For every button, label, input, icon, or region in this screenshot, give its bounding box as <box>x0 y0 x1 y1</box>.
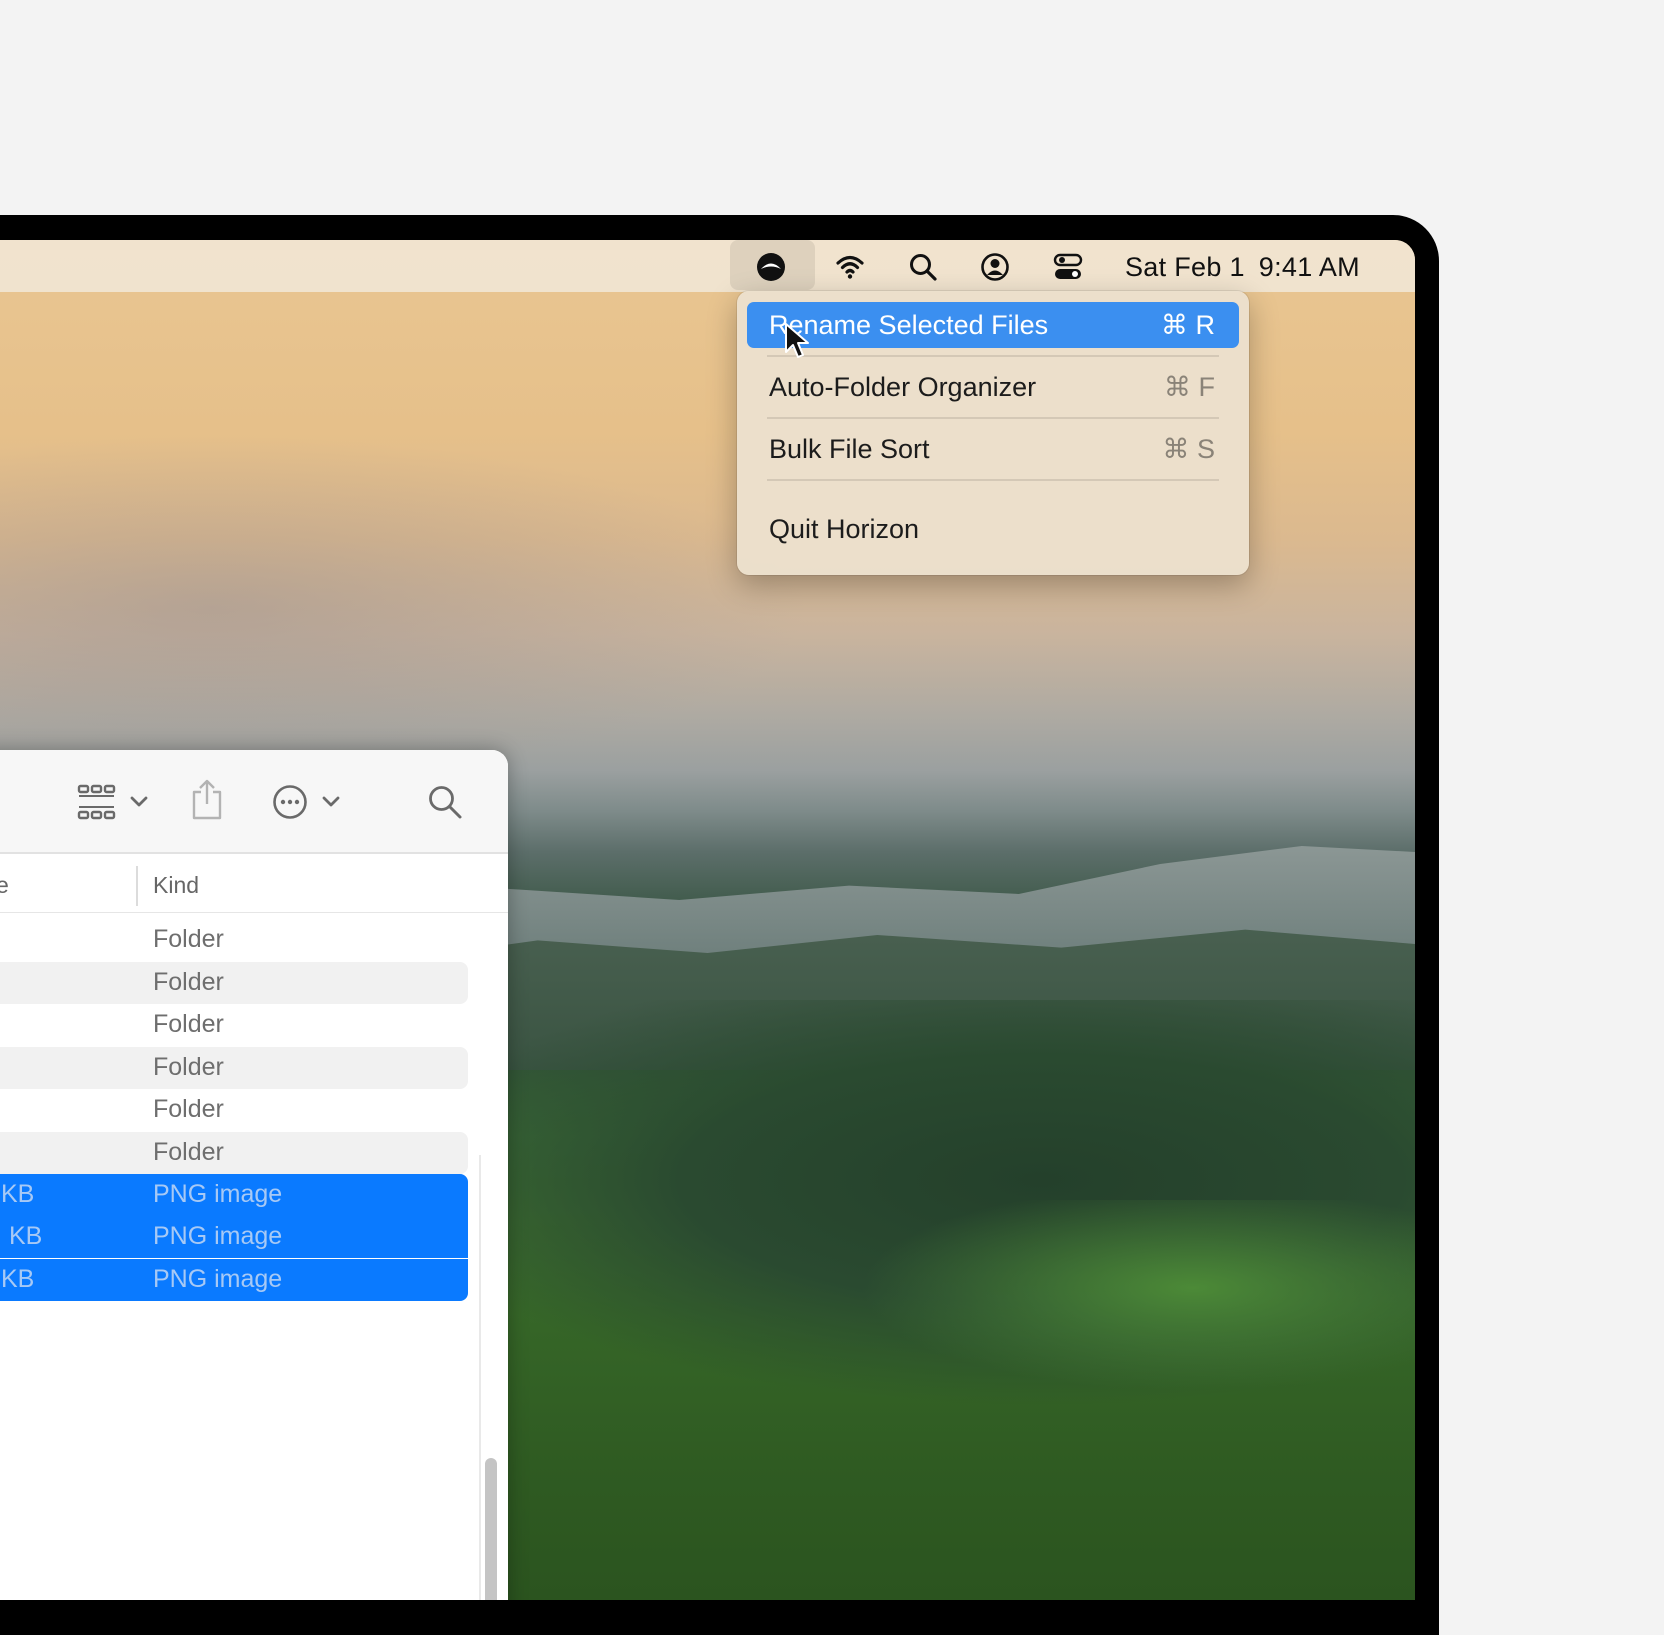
menu-item-label: Rename Selected Files <box>769 310 1049 340</box>
wifi-icon[interactable] <box>835 252 865 282</box>
finder-window: e Kind Folder Folder Folder Folder Folde… <box>0 750 508 1600</box>
share-icon[interactable] <box>190 778 224 820</box>
menu-separator <box>767 355 1219 357</box>
scrollbar-track[interactable] <box>479 1155 481 1600</box>
user-icon[interactable] <box>980 252 1010 282</box>
file-kind: PNG image <box>153 1265 283 1293</box>
column-size-header[interactable]: e <box>0 872 9 899</box>
menu-item-auto-folder-organizer[interactable]: Auto-Folder Organizer ⌘ F <box>747 364 1239 410</box>
menu-separator <box>767 417 1219 419</box>
menubar-time: 9:41 AM <box>1258 252 1360 282</box>
file-row-selected[interactable]: KB PNG image <box>0 1259 468 1301</box>
search-icon[interactable] <box>908 252 938 282</box>
menu-item-label: Auto-Folder Organizer <box>769 372 1037 402</box>
menubar-clock[interactable]: Sat Feb 1 9:41 AM <box>1125 252 1360 283</box>
wallpaper-meadow <box>860 1200 1415 1420</box>
menu-item-label: Bulk File Sort <box>769 434 930 464</box>
menu-bar: Sat Feb 1 9:41 AM <box>0 240 1415 292</box>
file-kind: PNG image <box>153 1222 283 1250</box>
file-kind: Folder <box>153 925 224 953</box>
file-size: KB <box>1 1265 35 1293</box>
menu-item-quit-horizon[interactable]: Quit Horizon <box>747 506 1239 552</box>
file-row[interactable]: Folder <box>0 1089 468 1131</box>
file-kind: PNG image <box>153 1180 283 1208</box>
file-row[interactable]: Folder <box>0 919 468 961</box>
menu-item-rename-selected-files[interactable]: Rename Selected Files ⌘ R <box>747 302 1239 348</box>
menu-item-shortcut: ⌘ R <box>1161 310 1215 340</box>
file-kind: Folder <box>153 1053 224 1081</box>
menu-item-shortcut: ⌘ S <box>1162 434 1215 464</box>
horizon-menubar-extra[interactable] <box>730 240 815 290</box>
finder-search-icon[interactable] <box>427 784 463 820</box>
menu-item-shortcut: ⌘ F <box>1164 372 1215 402</box>
finder-toolbar <box>0 750 508 854</box>
view-grid-icon[interactable] <box>77 782 117 822</box>
desktop-screen: Sat Feb 1 9:41 AM Rename Selected Files ⌘… <box>0 240 1415 1600</box>
file-size: KB <box>9 1222 43 1250</box>
control-center-icon[interactable] <box>1053 252 1083 282</box>
chevron-down-icon[interactable] <box>321 794 341 810</box>
column-divider[interactable] <box>136 866 138 906</box>
file-row-selected[interactable]: KB PNG image <box>0 1174 468 1216</box>
menubar-date: Sat Feb 1 <box>1125 252 1245 282</box>
file-kind: Folder <box>153 968 224 996</box>
file-size: KB <box>1 1180 35 1208</box>
file-row[interactable]: Folder <box>0 962 468 1004</box>
menu-item-bulk-file-sort[interactable]: Bulk File Sort ⌘ S <box>747 426 1239 472</box>
file-row[interactable]: Folder <box>0 1004 468 1046</box>
column-header: e Kind <box>0 854 508 913</box>
menu-item-label: Quit Horizon <box>769 514 920 544</box>
column-kind-header[interactable]: Kind <box>153 872 199 899</box>
scrollbar-thumb[interactable] <box>485 1458 497 1600</box>
horizon-dropdown-menu: Rename Selected Files ⌘ R Auto-Folder Or… <box>737 291 1249 575</box>
chevron-down-icon[interactable] <box>129 794 149 810</box>
file-row[interactable]: Folder <box>0 1047 468 1089</box>
mouse-pointer-icon <box>785 323 809 358</box>
menu-separator <box>767 479 1219 481</box>
file-row[interactable]: Folder <box>0 1132 468 1174</box>
more-options-icon[interactable] <box>272 784 308 820</box>
file-kind: Folder <box>153 1010 224 1038</box>
file-kind: Folder <box>153 1138 224 1166</box>
horizon-app-icon <box>757 253 785 281</box>
file-row-selected[interactable]: KB PNG image <box>0 1216 468 1258</box>
file-kind: Folder <box>153 1095 224 1123</box>
